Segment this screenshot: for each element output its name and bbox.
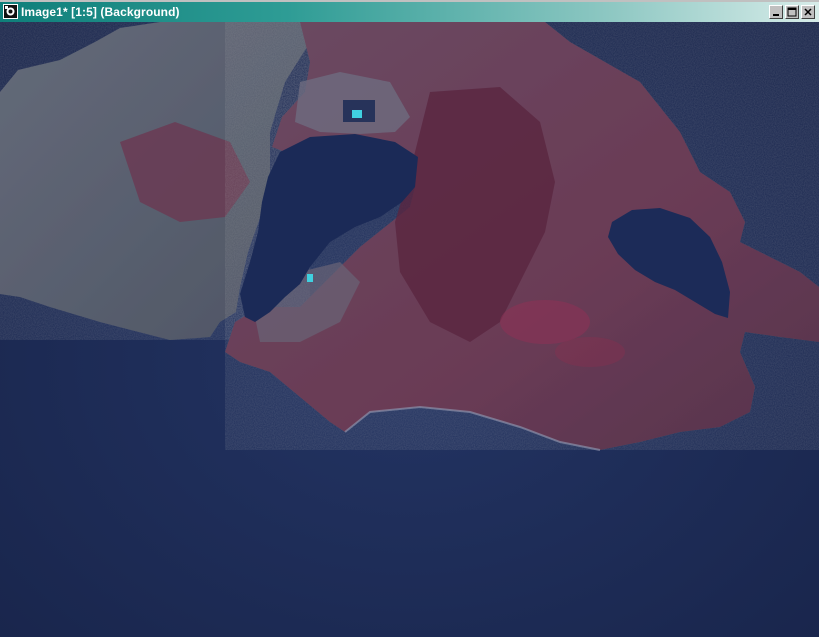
maximize-button[interactable]: [785, 5, 799, 19]
minimize-icon: [773, 14, 779, 16]
minimize-button[interactable]: [769, 5, 783, 19]
caption-buttons: [769, 5, 815, 19]
maximize-icon: [787, 7, 797, 17]
satellite-image: [0, 22, 819, 637]
close-button[interactable]: [801, 5, 815, 19]
satellite-image-canvas[interactable]: [0, 22, 819, 637]
app-icon[interactable]: [3, 4, 18, 19]
image-window: Image1* [1:5] (Background): [0, 0, 819, 637]
title-bar[interactable]: Image1* [1:5] (Background): [0, 2, 819, 22]
window-title: Image1* [1:5] (Background): [21, 5, 180, 19]
close-icon: [804, 8, 812, 16]
